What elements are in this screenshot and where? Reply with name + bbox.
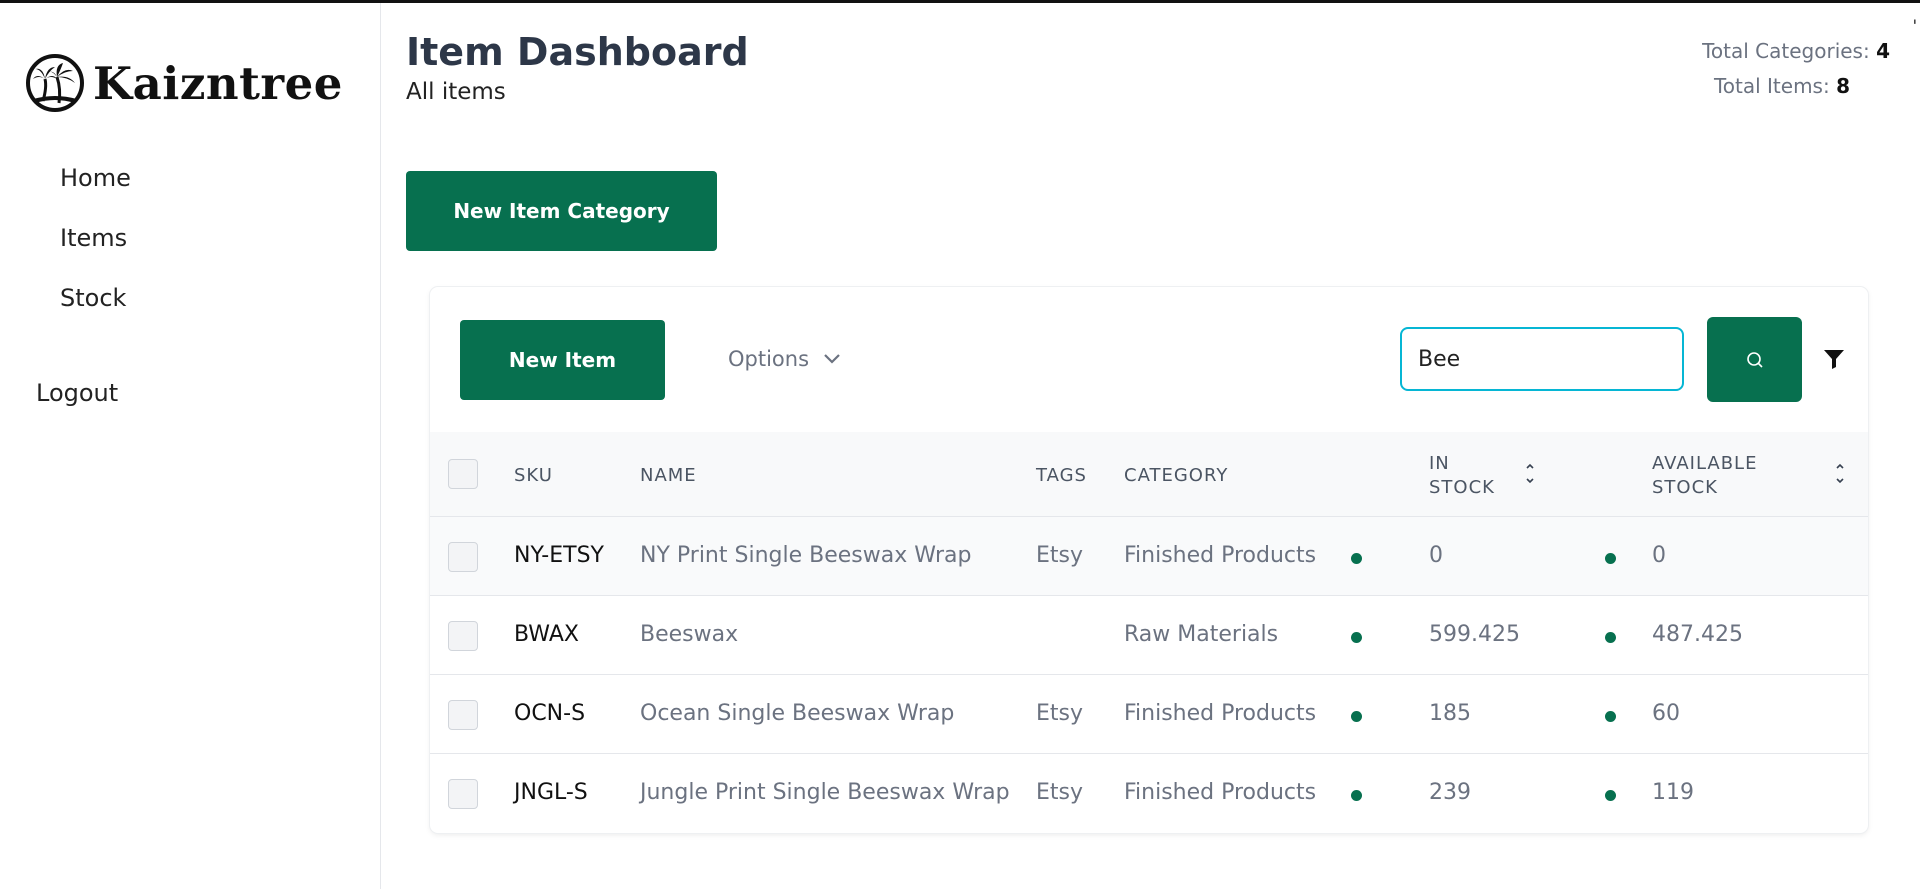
cell-sku: BWAX: [514, 622, 579, 647]
cell-in-stock: 185: [1429, 701, 1471, 726]
cell-available-stock: 487.425: [1652, 622, 1743, 647]
table-row[interactable]: OCN-S Ocean Single Beeswax Wrap Etsy Fin…: [430, 675, 1868, 754]
status-dot: [1605, 632, 1616, 643]
brand-name: Kaizntree: [93, 56, 343, 110]
cell-in-stock: 0: [1429, 543, 1443, 568]
corner-mark: ': [1912, 16, 1917, 35]
in-stock-label-line2: STOCK: [1429, 477, 1495, 498]
cell-name: Ocean Single Beeswax Wrap: [640, 701, 955, 726]
options-label: Options: [728, 347, 810, 371]
status-dot: [1351, 790, 1362, 801]
cell-tags: Etsy: [1036, 543, 1084, 568]
row-checkbox[interactable]: [448, 779, 478, 809]
search-button[interactable]: [1707, 317, 1802, 402]
table-row[interactable]: NY-ETSY NY Print Single Beeswax Wrap Ets…: [430, 517, 1868, 596]
cell-name: NY Print Single Beeswax Wrap: [640, 543, 972, 568]
cell-sku: NY-ETSY: [514, 543, 604, 568]
search-input[interactable]: [1400, 327, 1684, 391]
available-label-line1: AVAILABLE: [1652, 453, 1758, 474]
cell-name: Jungle Print Single Beeswax Wrap: [640, 780, 1010, 805]
cell-available-stock: 60: [1652, 701, 1680, 726]
status-dot: [1605, 790, 1616, 801]
row-checkbox[interactable]: [448, 700, 478, 730]
search-icon: [1746, 351, 1763, 368]
cell-in-stock: 239: [1429, 780, 1471, 805]
page-title: Item Dashboard: [406, 30, 749, 74]
cell-category: Finished Products: [1124, 780, 1317, 805]
status-dot: [1351, 632, 1362, 643]
stat-total-categories: Total Categories: 4: [1702, 34, 1890, 69]
status-dot: [1351, 553, 1362, 564]
table-header: SKU NAME TAGS CATEGORY IN STOCK AVAILABL…: [430, 432, 1868, 517]
column-header-tags[interactable]: TAGS: [1036, 465, 1087, 486]
filter-icon[interactable]: [1822, 347, 1846, 371]
sort-arrows-icon[interactable]: [1524, 460, 1536, 488]
column-header-category[interactable]: CATEGORY: [1124, 465, 1228, 486]
brand-logo[interactable]: Kaizntree: [25, 53, 343, 113]
sidebar-item-items[interactable]: Items: [60, 224, 127, 252]
cell-category: Finished Products: [1124, 701, 1317, 726]
palm-tree-logo-icon: [26, 54, 84, 112]
cell-category: Raw Materials: [1124, 622, 1279, 647]
items-card: New Item Options SKU NAME TAGS CATEGORY …: [430, 287, 1868, 833]
table-row[interactable]: BWAX Beeswax Raw Materials 599.425 487.4…: [430, 596, 1868, 675]
stat-categories-value: 4: [1876, 39, 1890, 63]
select-all-checkbox[interactable]: [448, 459, 478, 489]
stat-items-value: 8: [1836, 74, 1850, 98]
cell-available-stock: 119: [1652, 780, 1694, 805]
status-dot: [1351, 711, 1362, 722]
stat-categories-label: Total Categories:: [1702, 39, 1870, 63]
chevron-down-icon: [824, 354, 840, 364]
status-dot: [1605, 711, 1616, 722]
logout-link[interactable]: Logout: [36, 379, 118, 407]
new-item-category-button[interactable]: New Item Category: [406, 171, 717, 251]
sidebar: Kaizntree Home Items Stock Logout: [0, 3, 381, 889]
new-item-button[interactable]: New Item: [460, 320, 665, 400]
column-header-available-stock[interactable]: AVAILABLE STOCK: [1652, 452, 1757, 500]
options-dropdown[interactable]: Options: [728, 347, 841, 371]
cell-available-stock: 0: [1652, 543, 1666, 568]
stat-items-label: Total Items:: [1713, 74, 1830, 98]
table-row[interactable]: JNGL-S Jungle Print Single Beeswax Wrap …: [430, 754, 1868, 833]
row-checkbox[interactable]: [448, 542, 478, 572]
stats-summary: Total Categories: 4 Total Items: 8: [1702, 34, 1890, 104]
column-header-name[interactable]: NAME: [640, 465, 697, 486]
status-dot: [1605, 553, 1616, 564]
sidebar-item-home[interactable]: Home: [60, 164, 131, 192]
cell-name: Beeswax: [640, 622, 739, 647]
cell-tags: Etsy: [1036, 780, 1084, 805]
sidebar-item-stock[interactable]: Stock: [60, 284, 126, 312]
page-subtitle: All items: [406, 79, 506, 105]
cell-tags: Etsy: [1036, 701, 1084, 726]
cell-sku: OCN-S: [514, 701, 586, 726]
available-label-line2: STOCK: [1652, 477, 1718, 498]
stat-total-items: Total Items: 8: [1702, 69, 1850, 104]
sort-arrows-icon[interactable]: [1834, 460, 1846, 488]
row-checkbox[interactable]: [448, 621, 478, 651]
cell-category: Finished Products: [1124, 543, 1317, 568]
in-stock-label-line1: IN: [1429, 453, 1450, 474]
cell-in-stock: 599.425: [1429, 622, 1520, 647]
cell-sku: JNGL-S: [514, 780, 588, 805]
column-header-sku[interactable]: SKU: [514, 465, 553, 486]
column-header-in-stock[interactable]: IN STOCK: [1429, 452, 1495, 500]
